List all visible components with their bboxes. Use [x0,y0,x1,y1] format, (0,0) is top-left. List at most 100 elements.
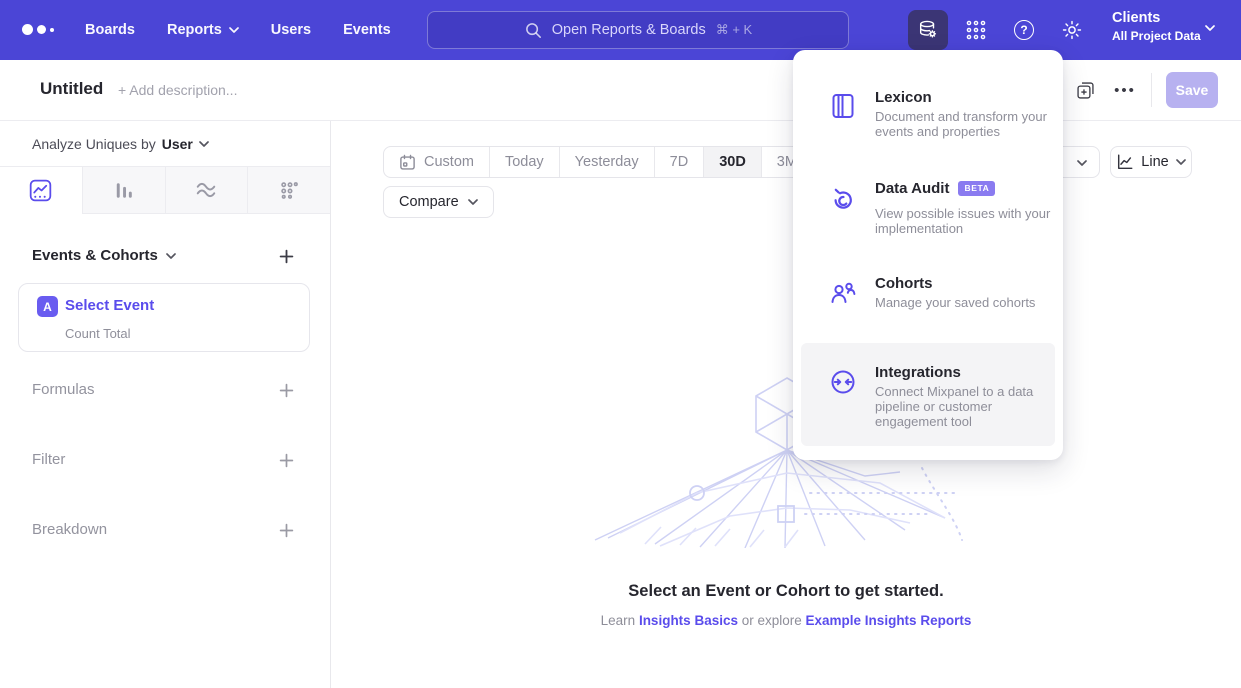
main-nav: Boards Reports Users Events [85,0,391,60]
settings-button[interactable] [1054,12,1090,48]
event-row-card[interactable]: A Select Event Count Total [18,283,310,352]
project-switcher[interactable]: Clients All Project Data [1112,10,1201,43]
menu-item-integrations[interactable]: Integrations Connect Mixpanel to a data … [801,343,1055,446]
date-range-control: Custom Today Yesterday 7D 30D 3M 6M [383,146,864,178]
bar-chart-icon [113,180,134,201]
select-event-label[interactable]: Select Event [65,297,154,314]
chevron-down-icon [1077,160,1087,166]
analyze-by-label: Analyze Uniques by [32,136,156,152]
example-insights-reports-link[interactable]: Example Insights Reports [806,613,972,628]
line-chart-type-icon [1116,153,1134,171]
chevron-down-icon [166,253,176,259]
search-icon [524,21,542,39]
learn-text: Learn [601,613,639,628]
nav-boards[interactable]: Boards [85,22,135,38]
cohorts-people-icon [829,278,857,306]
menu-item-title: Data AuditBETA [875,180,995,197]
data-management-dropdown: Lexicon Document and transform your even… [793,50,1063,460]
analyze-by-row: Analyze Uniques by User [0,121,330,167]
date-range-7d[interactable]: 7D [654,147,704,177]
chart-area: Custom Today Yesterday 7D 30D 3M 6M Comp… [331,121,1241,688]
integrations-icon [829,368,857,396]
date-range-today[interactable]: Today [489,147,559,177]
menu-item-description: View possible issues with your implement… [875,206,1075,236]
search-bar[interactable]: Open Reports & Boards ⌘ + K [427,11,849,49]
menu-item-description: Manage your saved cohorts [875,295,1075,310]
search-placeholder: Open Reports & Boards [552,22,706,38]
report-description-placeholder[interactable]: + Add description... [118,82,237,98]
menu-item-data-audit[interactable]: Data AuditBETA View possible issues with… [801,172,1055,264]
filter-label: Filter [32,451,65,468]
filter-section: Filter [0,451,330,469]
chevron-down-icon [229,27,239,33]
plus-icon [279,523,294,538]
menu-item-title: Integrations [875,364,961,381]
empty-state-subtitle: Learn Insights Basics or explore Example… [331,613,1241,628]
chevron-down-icon [199,141,209,147]
chevron-down-icon [1176,159,1186,165]
add-formula-button[interactable] [278,382,294,398]
tab-bar-chart[interactable] [82,167,165,214]
menu-item-title: Lexicon [875,89,932,106]
or-explore-text: or explore [738,613,806,628]
plus-icon [279,249,294,264]
nav-users[interactable]: Users [271,22,311,38]
nav-reports[interactable]: Reports [167,22,239,38]
tab-line-chart[interactable] [0,167,82,214]
data-management-icon [917,19,939,41]
menu-item-description: Connect Mixpanel to a data pipeline or c… [875,384,1049,429]
menu-item-cohorts[interactable]: Cohorts Manage your saved cohorts [801,268,1055,332]
line-chart-icon [29,179,52,202]
apps-grid-button[interactable] [958,12,994,48]
analyze-by-selector[interactable]: User [162,136,209,152]
nav-events[interactable]: Events [343,22,391,38]
project-name: Clients [1112,10,1201,26]
tab-metrics-grid[interactable] [247,167,330,214]
apps-grid-icon [965,19,987,41]
event-letter-badge: A [37,296,58,317]
add-filter-button[interactable] [278,452,294,468]
insights-basics-link[interactable]: Insights Basics [639,613,738,628]
plus-icon [279,453,294,468]
date-range-custom[interactable]: Custom [384,147,489,177]
calendar-icon [399,154,416,171]
count-total-label[interactable]: Count Total [65,326,131,341]
save-button[interactable]: Save [1166,72,1218,108]
date-range-yesterday[interactable]: Yesterday [559,147,654,177]
header-divider [1151,73,1152,107]
menu-item-lexicon[interactable]: Lexicon Document and transform your even… [801,80,1055,172]
report-title[interactable]: Untitled [40,79,103,99]
menu-item-title: Cohorts [875,275,933,292]
plus-icon [279,383,294,398]
events-cohorts-header[interactable]: Events & Cohorts [32,247,176,264]
chevron-down-icon [1205,25,1215,31]
add-breakdown-button[interactable] [278,522,294,538]
mixpanel-logo-icon[interactable] [22,24,54,35]
add-event-button[interactable] [278,248,294,264]
empty-state-title: Select an Event or Cohort to get started… [331,582,1241,601]
chart-type-button[interactable]: Line [1110,146,1192,178]
mixpanel-insights-page: Boards Reports Users Events Open Reports… [0,0,1241,688]
tab-flow-chart[interactable] [165,167,248,214]
beta-badge: BETA [958,181,995,196]
more-options-button[interactable]: ••• [1110,76,1140,104]
formulas-label: Formulas [32,381,95,398]
settings-gear-icon [1061,19,1083,41]
breakdown-label: Breakdown [32,521,107,538]
data-management-button[interactable] [908,10,948,50]
breakdown-section: Breakdown [0,521,330,539]
date-range-30d[interactable]: 30D [703,147,761,177]
project-scope: All Project Data [1112,29,1201,43]
chevron-down-icon [468,199,478,205]
chart-type-tabs [0,167,330,214]
flow-chart-icon [195,179,217,201]
help-button[interactable]: ? [1006,12,1042,48]
duplicate-icon [1075,80,1096,101]
data-audit-icon [829,186,857,214]
ellipsis-icon: ••• [1114,82,1136,99]
compare-button[interactable]: Compare [383,186,494,218]
duplicate-report-button[interactable] [1070,76,1100,104]
formulas-section: Formulas [0,381,330,399]
metrics-grid-icon [279,180,300,201]
menu-item-description: Document and transform your events and p… [875,109,1047,139]
